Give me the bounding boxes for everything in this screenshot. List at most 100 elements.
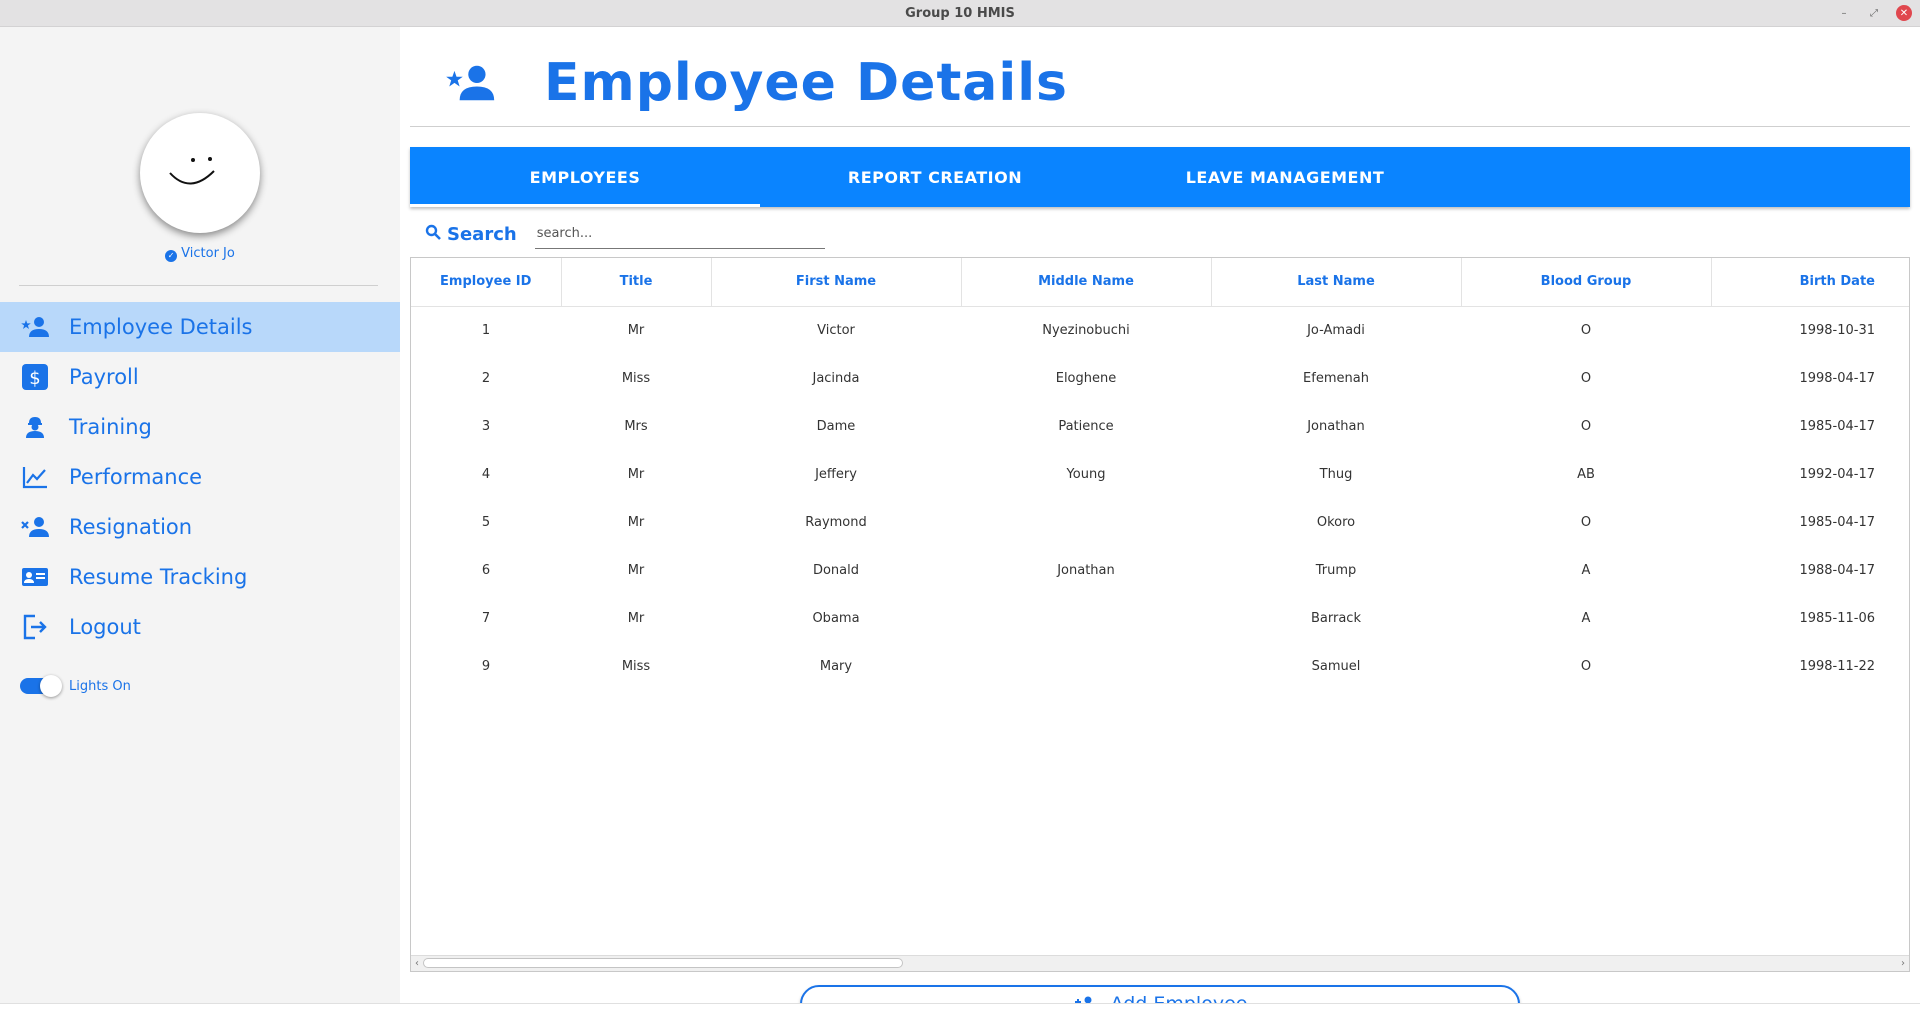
sidebar-item-label: Resignation bbox=[69, 515, 193, 539]
sidebar-item-label: Payroll bbox=[69, 365, 139, 389]
tab-leave-management[interactable]: LEAVE MANAGEMENT bbox=[1110, 147, 1460, 207]
horizontal-scrollbar[interactable]: ‹ › bbox=[411, 955, 1909, 971]
column-header-first-name[interactable]: First Name bbox=[711, 258, 962, 307]
table-row[interactable]: 1 Mr Victor Nyezinobuchi Jo-Amadi O 1998… bbox=[411, 306, 1909, 354]
tab-report-creation[interactable]: REPORT CREATION bbox=[760, 147, 1110, 207]
cell-middle-name: Nyezinobuchi bbox=[1042, 322, 1130, 338]
tab-employees[interactable]: EMPLOYEES bbox=[410, 147, 760, 207]
chart-line-icon bbox=[20, 462, 50, 492]
cell-employee-id: 2 bbox=[481, 370, 491, 386]
table-row[interactable]: 3 Mrs Dame Patience Jonathan O 1985-04-1… bbox=[411, 402, 1909, 450]
page-header: Employee Details bbox=[440, 53, 1068, 113]
column-header-birth-date[interactable]: Birth Date bbox=[1711, 258, 1909, 307]
scroll-right-icon[interactable]: › bbox=[1897, 956, 1909, 972]
table-row[interactable]: 6 Mr Donald Jonathan Trump A 1988-04-17 bbox=[411, 546, 1909, 594]
id-card-icon bbox=[20, 562, 50, 592]
sidebar-item-employee-details[interactable]: Employee Details bbox=[0, 302, 400, 352]
cell-middle-name bbox=[961, 594, 1211, 642]
cell-blood-group: O bbox=[1580, 418, 1592, 434]
scroll-left-icon[interactable]: ‹ bbox=[411, 956, 423, 972]
cell-first-name: Donald bbox=[812, 562, 860, 578]
cell-blood-group: O bbox=[1580, 658, 1592, 674]
search-input[interactable] bbox=[534, 219, 825, 249]
cell-title: Mr bbox=[627, 514, 645, 530]
table-header-row: Employee ID Title First Name Middle Name… bbox=[411, 258, 1909, 307]
cell-blood-group: A bbox=[1581, 562, 1591, 578]
sidebar-item-label: Resume Tracking bbox=[69, 565, 248, 589]
table-row[interactable]: 2 Miss Jacinda Eloghene Efemenah O 1998-… bbox=[411, 354, 1909, 402]
scrollbar-thumb[interactable] bbox=[423, 958, 903, 968]
header-divider bbox=[410, 126, 1910, 127]
sidebar-item-payroll[interactable]: $ Payroll bbox=[0, 352, 400, 402]
table-row[interactable]: 4 Mr Jeffery Young Thug AB 1992-04-17 bbox=[411, 450, 1909, 498]
table-row[interactable]: 7 Mr Obama Barrack A 1985-11-06 bbox=[411, 594, 1909, 642]
search-icon bbox=[425, 224, 441, 244]
cell-middle-name bbox=[961, 642, 1211, 690]
column-header-employee-id[interactable]: Employee ID bbox=[411, 258, 562, 307]
window-controls: – ⤢ ✕ bbox=[1836, 5, 1912, 21]
column-header-middle-name[interactable]: Middle Name bbox=[961, 258, 1212, 307]
cell-birth-date: 1992-04-17 bbox=[1799, 466, 1875, 482]
cell-title: Miss bbox=[621, 658, 651, 674]
sidebar: ✓ Victor Jo Employee Details $ Payroll Tr… bbox=[0, 27, 400, 1030]
sidebar-item-resignation[interactable]: Resignation bbox=[0, 502, 400, 552]
person-remove-icon bbox=[20, 512, 50, 542]
employee-table-grid: Employee ID Title First Name Middle Name… bbox=[411, 258, 1909, 690]
cell-middle-name bbox=[961, 498, 1211, 546]
sidebar-item-label: Training bbox=[69, 415, 152, 439]
cell-employee-id: 1 bbox=[481, 322, 491, 338]
cell-last-name: Samuel bbox=[1311, 658, 1361, 674]
column-header-blood-group[interactable]: Blood Group bbox=[1461, 258, 1712, 307]
table-row[interactable]: 9 Miss Mary Samuel O 1998-11-22 bbox=[411, 642, 1909, 690]
cell-title: Mr bbox=[627, 466, 645, 482]
column-header-title[interactable]: Title bbox=[561, 258, 712, 307]
cell-first-name: Raymond bbox=[805, 514, 867, 530]
sidebar-item-label: Performance bbox=[69, 465, 203, 489]
cell-birth-date: 1985-04-17 bbox=[1799, 514, 1875, 530]
sidebar-item-performance[interactable]: Performance bbox=[0, 452, 400, 502]
cell-first-name: Victor bbox=[817, 322, 855, 338]
toggle-knob[interactable] bbox=[40, 675, 62, 697]
cell-birth-date: 1998-11-22 bbox=[1799, 658, 1875, 674]
cell-employee-id: 9 bbox=[481, 658, 491, 674]
close-icon[interactable]: ✕ bbox=[1896, 5, 1912, 21]
sidebar-item-resume-tracking[interactable]: Resume Tracking bbox=[0, 552, 400, 602]
cell-birth-date: 1985-11-06 bbox=[1799, 610, 1875, 626]
cell-title: Miss bbox=[621, 370, 651, 386]
window-titlebar: Group 10 HMIS – ⤢ ✕ bbox=[0, 0, 1920, 27]
lights-toggle[interactable] bbox=[20, 675, 62, 697]
cell-last-name: Barrack bbox=[1311, 610, 1361, 626]
sidebar-item-logout[interactable]: Logout bbox=[0, 602, 400, 652]
dollar-icon: $ bbox=[20, 362, 50, 392]
user-name-label: Victor Jo bbox=[181, 246, 235, 261]
cell-birth-date: 1985-04-17 bbox=[1799, 418, 1875, 434]
cell-title: Mr bbox=[627, 322, 645, 338]
cell-blood-group: AB bbox=[1577, 466, 1595, 482]
cell-employee-id: 4 bbox=[481, 466, 491, 482]
cell-first-name: Obama bbox=[812, 610, 860, 626]
cell-blood-group: O bbox=[1580, 370, 1592, 386]
minimize-icon[interactable]: – bbox=[1836, 5, 1852, 21]
sidebar-item-label: Logout bbox=[69, 615, 141, 639]
cell-first-name: Jeffery bbox=[815, 466, 857, 482]
maximize-icon[interactable]: ⤢ bbox=[1866, 5, 1882, 21]
cell-birth-date: 1998-04-17 bbox=[1799, 370, 1875, 386]
cell-title: Mrs bbox=[624, 418, 648, 434]
sidebar-nav: Employee Details $ Payroll Training Perf… bbox=[0, 302, 400, 652]
column-header-last-name[interactable]: Last Name bbox=[1211, 258, 1462, 307]
table-row[interactable]: 5 Mr Raymond Okoro O 1985-04-17 bbox=[411, 498, 1909, 546]
cell-first-name: Mary bbox=[819, 658, 853, 674]
cell-title: Mr bbox=[627, 610, 645, 626]
sidebar-item-training[interactable]: Training bbox=[0, 402, 400, 452]
cell-birth-date: 1988-04-17 bbox=[1799, 562, 1875, 578]
cell-blood-group: A bbox=[1581, 610, 1591, 626]
svg-text:$: $ bbox=[29, 368, 40, 389]
page-title: Employee Details bbox=[544, 53, 1068, 113]
tab-bar: EMPLOYEES REPORT CREATION LEAVE MANAGEME… bbox=[410, 147, 1910, 207]
cell-last-name: Trump bbox=[1315, 562, 1357, 578]
logout-icon bbox=[20, 612, 50, 642]
cell-middle-name: Jonathan bbox=[1057, 562, 1115, 578]
lights-toggle-label: Lights On bbox=[69, 678, 131, 694]
cell-middle-name: Eloghene bbox=[1055, 370, 1117, 386]
person-star-icon bbox=[440, 53, 500, 113]
